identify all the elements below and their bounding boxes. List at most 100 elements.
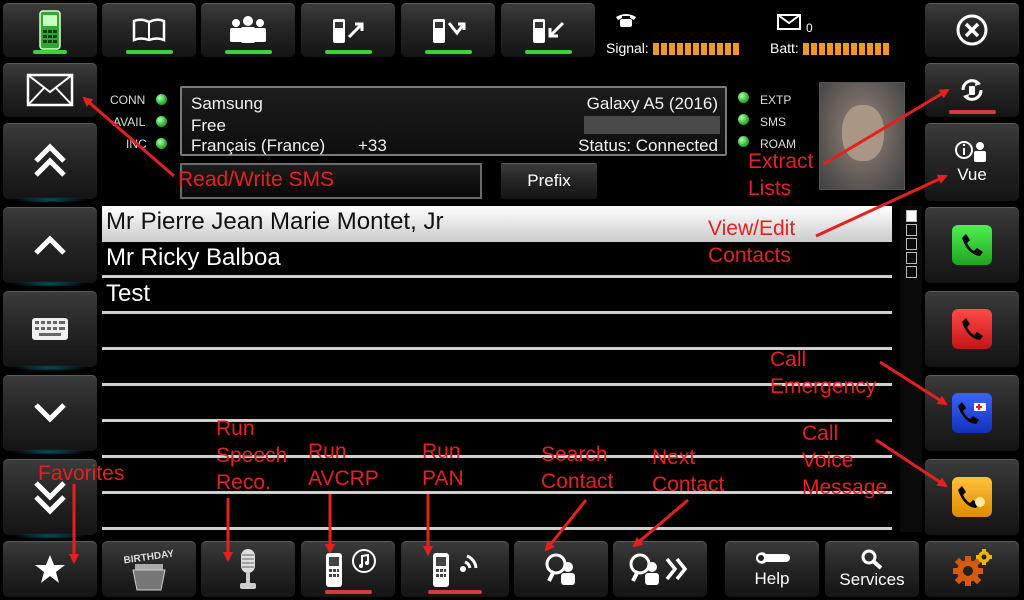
led-label-conn: CONN [110,93,146,107]
birthday-button[interactable]: BIRTHDAY [101,540,197,598]
help-label: Help [754,569,790,588]
prefix-button[interactable]: Prefix [500,162,598,200]
led-roam [738,136,749,147]
favorites-button[interactable] [2,540,98,598]
annotation-favorites: Favorites [38,462,125,485]
device-carrier: Free [191,116,226,135]
annotation-search-contact: Search Contact [541,443,614,493]
services-button[interactable]: Services [824,540,920,598]
people-icon [230,16,266,43]
annotation-call-emergency: Call Emergency [770,348,877,398]
phone-missed-icon [433,19,466,43]
led-label-sms: SMS [760,115,787,129]
help-button[interactable]: Help [724,540,820,598]
battery-meter: Batt: [770,40,891,56]
contact-name: Mr Pierre Jean Marie Montet, Jr [106,208,444,235]
run-pan-button[interactable] [400,540,510,598]
page-up-button[interactable] [2,122,98,203]
contact-name: Mr Ricky Balboa [106,244,281,271]
phone-wifi-icon [433,553,478,587]
view-edit-contacts-button[interactable]: Vue [924,122,1020,202]
extract-lists-button[interactable] [924,62,1020,118]
device-number-redacted [584,116,720,134]
phone-in-icon [533,19,565,43]
scroll-page-indicator [906,238,917,250]
sms-count: 0 [806,21,813,35]
led-inc [156,138,167,149]
keyboard-button[interactable] [2,290,98,371]
speech-recognition-button[interactable] [200,540,296,598]
settings-gears-icon [953,549,992,586]
led-conn [156,94,167,105]
scroll-page-indicator [906,252,917,264]
annotation-call-voice-message: Call Voice Message [802,422,888,499]
device-model: Galaxy A5 (2016) [586,94,718,113]
annotation-read-write-sms: Read/Write SMS [178,168,334,191]
led-sms [738,114,749,125]
scroll-page-indicator [906,266,917,278]
signal-bar [652,43,741,56]
phone-tab-button[interactable] [2,2,98,58]
contact-row[interactable]: Test [102,278,892,314]
active-indicator [33,50,67,54]
close-icon [956,14,988,46]
voicemail-call-icon [952,477,992,517]
settings-button[interactable] [924,540,1020,598]
active-indicator [224,50,272,54]
run-avcrp-button[interactable] [300,540,396,598]
read-write-sms-button[interactable] [2,62,98,118]
keyboard-icon [32,318,68,340]
svg-text:BIRTHDAY: BIRTHDAY [123,548,175,566]
contact-row[interactable] [102,314,892,350]
connection-status: Status: Connected [578,136,718,155]
inactive-indicator [948,110,996,114]
battery-bar [802,43,891,56]
active-indicator [524,50,572,54]
emergency-call-icon [952,393,992,433]
call-green-icon [952,225,992,265]
groups-tab-button[interactable] [200,2,296,58]
search-contact-button[interactable] [513,540,609,598]
contact-row[interactable] [102,494,892,530]
annotation-next-contact: Next Contact [652,446,725,496]
search-contact-icon [545,553,575,585]
scroll-up-button[interactable] [2,206,98,287]
magnifier-icon [861,549,883,570]
phone-music-icon [326,549,376,587]
chevron-down-icon [34,403,66,423]
call-emergency-button[interactable] [924,374,1020,452]
hang-up-button[interactable] [924,290,1020,368]
active-indicator [424,50,472,54]
chevron-up-icon [34,235,66,255]
double-chevron-up-icon [34,143,66,177]
led-label-avail: AVAIL [113,115,146,129]
call-voice-message-button[interactable] [924,458,1020,536]
missed-calls-tab-button[interactable] [400,2,496,58]
vue-label: Vue [957,165,987,184]
call-red-icon [952,309,992,349]
device-language: Français (France) [191,136,326,155]
book-icon [132,18,166,42]
phone-out-icon [333,19,364,43]
annotation-view-edit-contacts: View/Edit Contacts [708,217,796,267]
annotation-run-avcrp: Run AVCRP [308,440,379,490]
outgoing-calls-tab-button[interactable] [300,2,396,58]
phonebook-tab-button[interactable] [101,2,197,58]
device-country-code: +33 [358,136,387,155]
incoming-calls-tab-button[interactable] [500,2,596,58]
annotation-run-pan: Run PAN [422,440,464,490]
scroll-page-indicator [906,210,917,222]
led-avail [156,116,167,127]
scroll-down-button[interactable] [2,374,98,455]
birthday-cake-icon: BIRTHDAY [123,548,175,591]
close-button[interactable] [924,2,1020,58]
contact-name: Test [106,280,151,307]
call-button[interactable] [924,206,1020,284]
scroll-page-indicator [906,224,917,236]
annotation-extract-lists: Extract Lists [748,150,814,200]
led-label-inc: INC [126,137,147,151]
services-label: Services [839,570,905,589]
annotation-run-speech-reco: Run Speech Reco. [216,417,288,494]
active-indicator [324,50,372,54]
next-contact-button[interactable] [612,540,708,598]
